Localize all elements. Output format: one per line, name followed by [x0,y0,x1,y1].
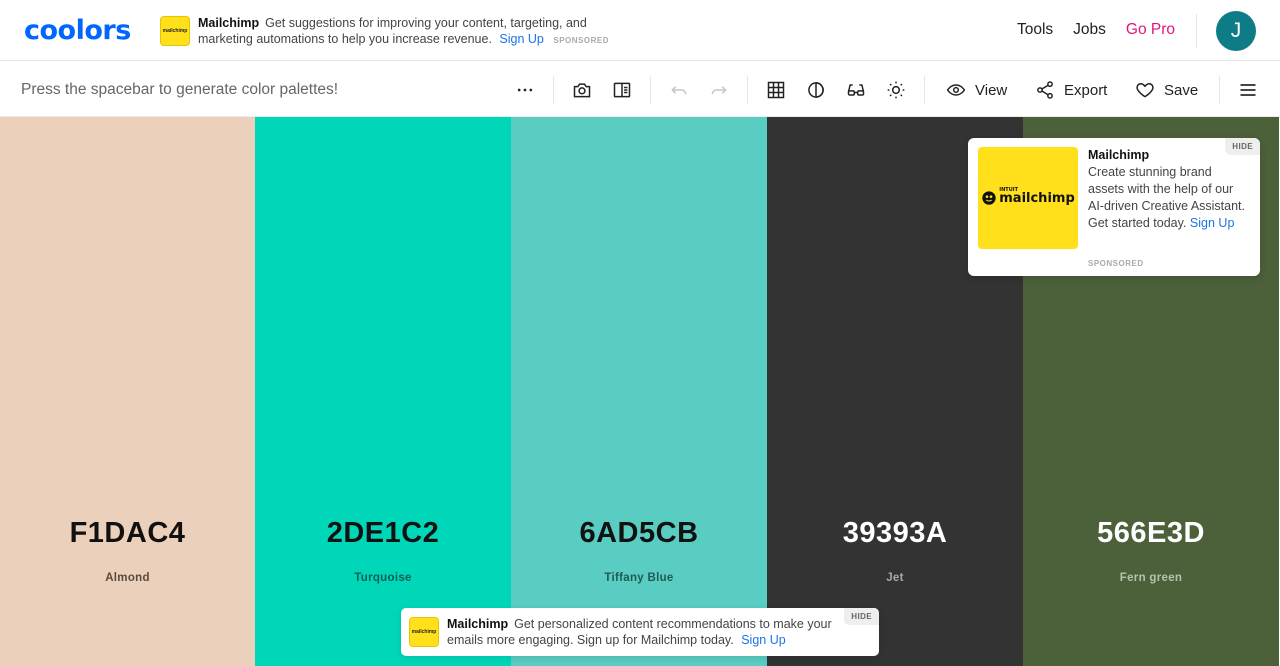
redo-icon[interactable] [708,79,730,101]
mailchimp-logo-icon: mailchimp [160,16,190,46]
side-ad-sponsored: SPONSORED [1088,259,1144,268]
top-bar: coolors mailchimp Mailchimp Get suggestio… [0,0,1280,61]
share-icon [1037,81,1053,99]
camera-icon[interactable] [571,79,593,101]
nav-go-pro[interactable]: Go Pro [1126,21,1175,39]
bottom-ad[interactable]: mailchimp Mailchimp Get personalized cont… [401,608,879,656]
toolbar-separator [650,76,651,104]
bottom-ad-hide-button[interactable]: HIDE [844,608,879,625]
save-label: Save [1164,81,1199,99]
color-swatch[interactable]: F1DAC4 Almond [0,117,255,666]
swatch-name[interactable]: Fern green [1023,572,1279,584]
view-button[interactable]: View [946,77,1007,103]
side-ad-hide-button[interactable]: HIDE [1225,138,1260,155]
heart-icon [1136,82,1154,98]
more-icon[interactable] [514,79,536,101]
swatch-name[interactable]: Tiffany Blue [511,572,767,584]
nav-tools[interactable]: Tools [1017,21,1053,39]
mailchimp-monkey-icon [982,191,996,205]
view-label: View [975,81,1008,99]
side-ad-body-wrap: Create stunning brand assets with the he… [1088,164,1248,232]
swatch-hex[interactable]: 39393A [767,517,1023,550]
header-ad[interactable]: mailchimp Mailchimp Get suggestions for i… [160,14,630,48]
grid-icon[interactable] [765,79,787,101]
bottom-ad-signup-link[interactable]: Sign Up [741,633,785,647]
toolbar-separator [553,76,554,104]
nav-jobs[interactable]: Jobs [1073,21,1106,39]
color-swatch[interactable]: 6AD5CB Tiffany Blue [511,117,767,666]
mailchimp-logo-icon: mailchimp [409,617,439,647]
bottom-ad-text: Mailchimp Get personalized content recomm… [447,616,847,648]
swatch-hex[interactable]: 2DE1C2 [255,517,511,550]
spacebar-hint: Press the spacebar to generate color pal… [21,81,339,98]
toolbar-separator [924,76,925,104]
swatch-name[interactable]: Almond [0,572,255,584]
side-ad[interactable]: INTUIT mailchimp Mailchimp Create stunni… [968,138,1260,276]
undo-icon[interactable] [668,79,690,101]
swatch-hex[interactable]: 6AD5CB [511,517,767,550]
menu-icon[interactable] [1237,79,1259,101]
save-button[interactable]: Save [1135,77,1198,103]
side-ad-title: Mailchimp [1088,148,1150,162]
mailchimp-logo: INTUIT mailchimp [978,147,1078,249]
side-ad-signup-link[interactable]: Sign Up [1190,216,1234,230]
coolors-logo[interactable]: coolors [24,17,131,44]
header-ad-text: Mailchimp Get suggestions for improving y… [198,15,628,49]
layout-icon[interactable] [611,79,633,101]
nav-divider [1196,14,1197,48]
swatch-hex[interactable]: F1DAC4 [0,517,255,550]
intuit-label: INTUIT [999,187,1019,193]
header-ad-brand: Mailchimp [198,16,260,30]
swatch-name[interactable]: Jet [767,572,1023,584]
color-swatch[interactable]: 2DE1C2 Turquoise [255,117,511,666]
header-ad-signup-link[interactable]: Sign Up [499,32,543,46]
bottom-ad-brand: Mailchimp [447,617,509,631]
avatar[interactable]: J [1216,11,1256,51]
main-nav: Tools Jobs Go Pro [1017,21,1175,39]
toolbar-separator [1219,76,1220,104]
sun-icon[interactable] [885,79,907,101]
contrast-icon[interactable] [805,79,827,101]
swatch-hex[interactable]: 566E3D [1023,517,1279,550]
export-button[interactable]: Export [1035,77,1107,103]
eye-icon [946,84,966,96]
toolbar-separator [747,76,748,104]
toolbar: Press the spacebar to generate color pal… [0,62,1280,117]
export-label: Export [1064,81,1108,99]
swatch-name[interactable]: Turquoise [255,572,511,584]
glasses-icon[interactable] [845,79,867,101]
header-ad-sponsored: SPONSORED [553,36,609,45]
